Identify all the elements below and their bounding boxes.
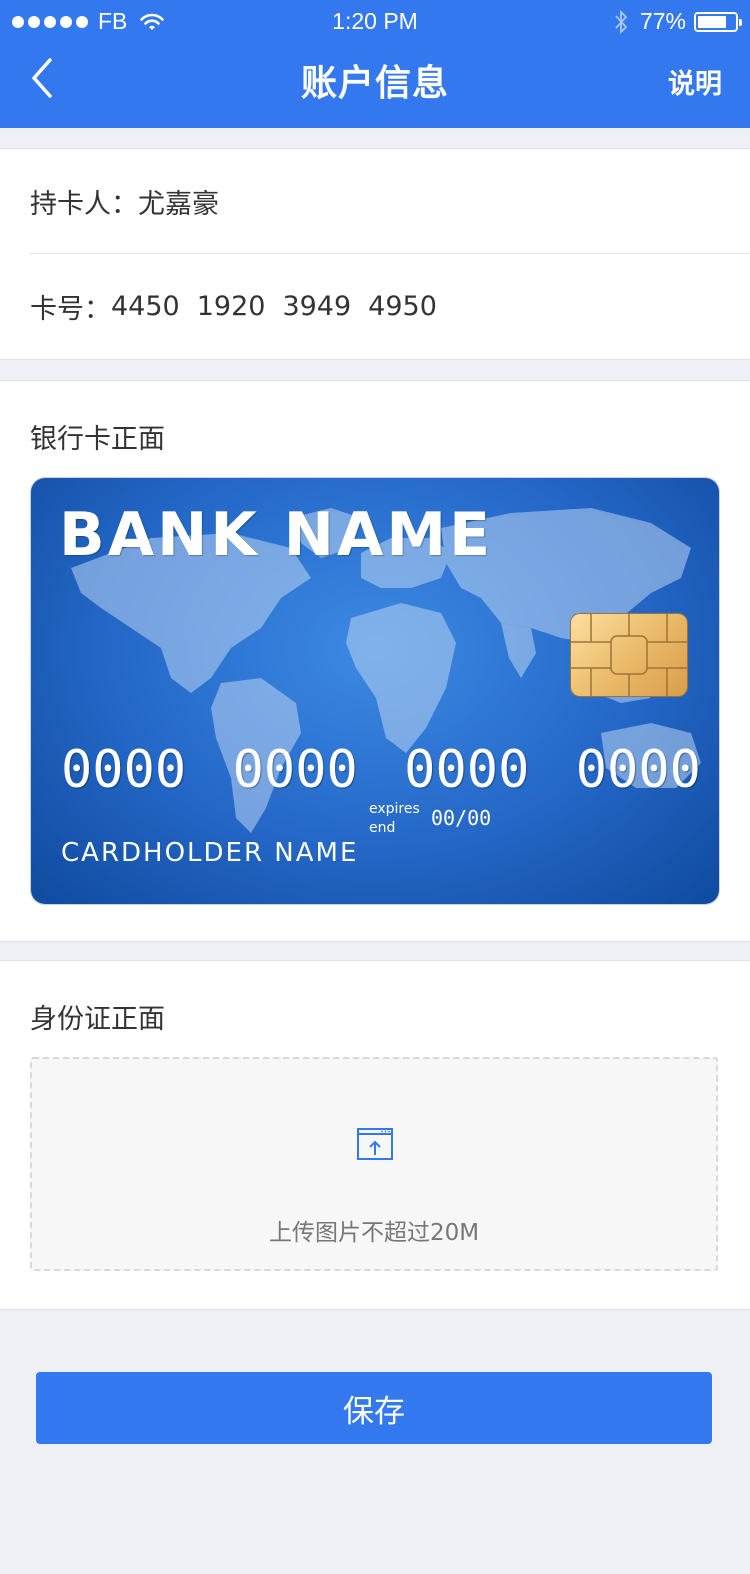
battery-icon	[694, 11, 742, 32]
battery-percent: 77%	[639, 8, 686, 34]
save-button[interactable]: 保存	[36, 1372, 712, 1444]
header: FB 1:20 PM 77% 账户信息 说明	[0, 0, 750, 128]
card-digit-group: 0000	[61, 740, 187, 800]
card-digit-group: 0000	[232, 740, 358, 800]
card-bank-name: BANK NAME	[59, 500, 494, 570]
card-number-group: 1920	[196, 291, 266, 322]
card-digit-group: 0000	[404, 740, 530, 800]
card-expires-value: 00/00	[431, 806, 492, 830]
status-right: 77%	[614, 8, 742, 35]
bluetooth-icon	[615, 9, 628, 34]
card-number-group: 4950	[368, 291, 437, 322]
card-number-row: 卡号： 4450 1920 3949 4950	[30, 254, 750, 359]
card-number-group: 4450	[111, 291, 180, 322]
card-expires-label: expires end	[369, 800, 420, 838]
card-holder-name: CARDHOLDER NAME	[61, 838, 359, 868]
upload-icon	[357, 1128, 393, 1160]
id-upload-area[interactable]: 上传图片不超过20M	[30, 1057, 718, 1271]
bank-card-section: 银行卡正面 BANK NAME 0000 0000 0000 0000 expi…	[0, 380, 750, 942]
cardholder-label: 持卡人：	[30, 188, 138, 220]
card-number-group: 3949	[282, 291, 352, 322]
card-digit-group: 0000	[575, 740, 701, 800]
card-chip-icon	[571, 614, 687, 696]
card-digits: 0000 0000 0000 0000	[61, 740, 701, 800]
card-number-label: 卡号：	[30, 294, 111, 325]
id-card-section: 身份证正面 上传图片不超过20M	[0, 960, 750, 1310]
card-number-value: 4450 1920 3949 4950	[111, 291, 454, 322]
page-title: 账户信息	[300, 63, 449, 104]
upload-hint: 上传图片不超过20M	[268, 1220, 480, 1246]
bank-card-title: 银行卡正面	[30, 424, 165, 455]
account-info-section: 持卡人： 尤嘉豪 卡号： 4450 1920 3949 4950	[0, 148, 750, 360]
cardholder-row: 持卡人： 尤嘉豪	[30, 149, 750, 254]
status-bar: FB 1:20 PM 77%	[0, 0, 750, 42]
navbar: 账户信息 说明	[0, 42, 750, 128]
expires-line-1: expires	[369, 801, 420, 817]
bank-card-image[interactable]: BANK NAME 0000 0000 0000 0000 expires en…	[31, 478, 719, 904]
expires-line-2: end	[369, 820, 396, 836]
cardholder-value: 尤嘉豪	[138, 188, 219, 220]
id-card-title: 身份证正面	[30, 1004, 165, 1035]
help-link[interactable]: 说明	[668, 62, 722, 101]
